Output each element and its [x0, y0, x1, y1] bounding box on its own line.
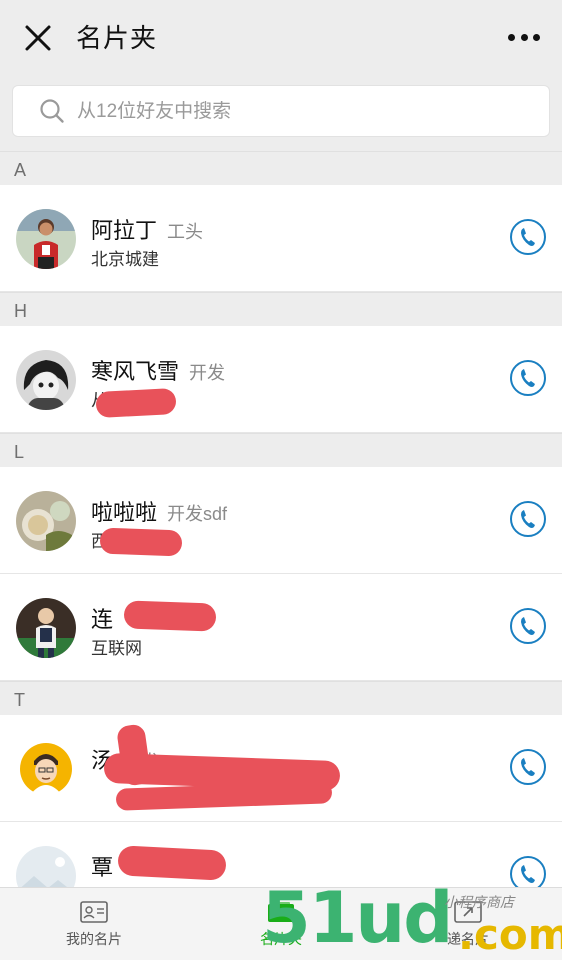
contact-role: 开发: [189, 363, 226, 383]
search-icon: [40, 99, 64, 123]
redaction-mark: [95, 387, 177, 419]
phone-icon: [521, 617, 535, 635]
contact-row[interactable]: 连 互联网: [0, 574, 562, 681]
tab-label: 递名片: [447, 930, 489, 947]
contact-list: A 阿拉丁 工头 北京城建 H 寒风飞雪 开发 L 啦啦啦 开发sdf 连 互联…: [0, 151, 562, 929]
share-card-icon: [454, 900, 482, 923]
phone-icon: [521, 510, 535, 528]
contact-row[interactable]: 汤研发: [0, 715, 562, 822]
phone-icon: [521, 369, 535, 387]
avatar: [16, 491, 76, 551]
id-card-icon: [80, 900, 108, 923]
tab-label: 我的名片: [66, 930, 122, 947]
call-button[interactable]: [510, 608, 546, 644]
redaction-mark: [117, 845, 227, 881]
avatar: [16, 350, 76, 410]
avatar: [16, 209, 76, 269]
bottom-tab-bar: 我的名片 名片夹 递名片: [0, 887, 562, 960]
section-header-a: A: [0, 151, 562, 185]
search-bar[interactable]: [12, 85, 550, 137]
page-title: 名片夹: [76, 23, 158, 53]
close-button[interactable]: [20, 20, 56, 56]
tab-label: 名片夹: [260, 930, 302, 947]
contact-name: 寒风飞雪: [91, 359, 180, 384]
card-holder-icon: [268, 901, 294, 922]
redaction-mark: [123, 600, 217, 632]
contact-name: 阿拉丁: [91, 218, 158, 243]
redaction-mark: [99, 527, 183, 557]
contact-row[interactable]: 阿拉丁 工头 北京城建: [0, 185, 562, 292]
search-input[interactable]: [77, 94, 537, 130]
call-button[interactable]: [510, 749, 546, 785]
phone-icon: [521, 758, 535, 776]
contact-name: 啦啦啦: [91, 500, 158, 525]
avatar: [16, 598, 76, 658]
more-options-button[interactable]: [504, 22, 544, 52]
top-bar: 名片夹: [0, 0, 562, 76]
contact-name: 覃: [91, 855, 114, 880]
call-button[interactable]: [510, 360, 546, 396]
contact-row[interactable]: 啦啦啦开发sdf 西: [0, 467, 562, 574]
tab-card-holder[interactable]: 名片夹: [187, 888, 375, 960]
redaction-mark: [115, 781, 333, 811]
contact-company: 互联网: [91, 639, 142, 658]
call-button[interactable]: [510, 501, 546, 537]
contact-role: 开发sdf: [167, 504, 228, 524]
contact-name: 连: [91, 607, 114, 632]
more-dots-icon: [508, 33, 515, 41]
section-header-h: H: [0, 292, 562, 326]
section-header-l: L: [0, 433, 562, 467]
contact-role: 工头: [167, 222, 204, 242]
contact-company: 北京城建: [91, 250, 159, 269]
phone-icon: [521, 865, 535, 883]
close-icon: [25, 25, 51, 51]
section-header-t: T: [0, 681, 562, 715]
contact-row[interactable]: 寒风飞雪开发 从: [0, 326, 562, 433]
tab-my-card[interactable]: 我的名片: [0, 888, 188, 960]
call-button[interactable]: [510, 219, 546, 255]
avatar: [16, 739, 76, 799]
tab-share-card[interactable]: 递名片: [374, 888, 562, 960]
phone-icon: [521, 228, 535, 246]
